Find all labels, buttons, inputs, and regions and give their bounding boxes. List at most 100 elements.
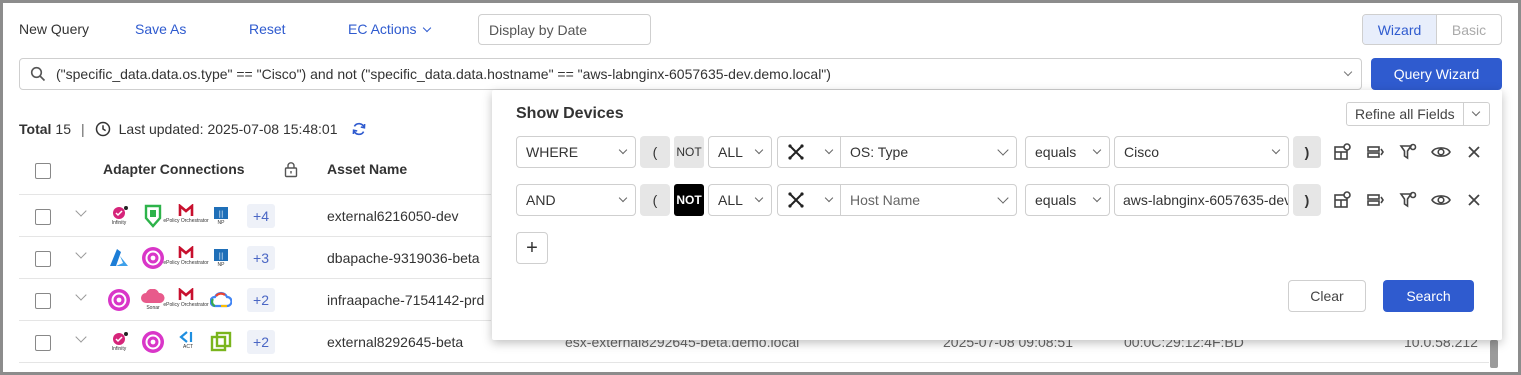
operator-select[interactable]: equals <box>1025 184 1110 216</box>
field-select[interactable]: Host Name <box>840 184 1017 216</box>
new-query-button[interactable]: New Query <box>19 21 89 37</box>
logic-select[interactable]: WHERE <box>516 136 636 168</box>
more-adapters-badge[interactable]: +3 <box>247 246 275 270</box>
row-checkbox[interactable] <box>35 293 51 309</box>
google-cloud-logo-icon <box>209 287 233 313</box>
total-label: Total <box>19 121 52 137</box>
adapter-connections-header[interactable]: Adapter Connections <box>103 161 245 177</box>
infinity-logo-icon: Infinity <box>107 329 131 355</box>
row-checkbox[interactable] <box>35 335 51 351</box>
connection-filter-icon[interactable] <box>1398 190 1418 210</box>
reset-button[interactable]: Reset <box>249 21 286 37</box>
open-paren-toggle[interactable]: ( <box>640 136 670 168</box>
panel-title: Show Devices <box>516 105 624 122</box>
value-input[interactable]: aws-labnginx-6057635-dev.demo.local <box>1114 184 1289 216</box>
not-toggle[interactable]: NOT <box>674 136 704 168</box>
vertical-scrollbar[interactable] <box>1490 340 1498 368</box>
query-input[interactable]: ("specific_data.data.os.type" == "Cisco"… <box>19 58 1362 90</box>
asset-name-header[interactable]: Asset Name <box>327 161 407 177</box>
all-adapters-icon <box>788 192 804 208</box>
field-value: Host Name <box>850 192 921 208</box>
last-updated-label: Last updated: <box>118 121 204 137</box>
last-updated-value: 2025-07-08 15:48:01 <box>207 121 338 137</box>
query-wizard-panel: Show Devices Refine all Fields WHERE ( N… <box>492 90 1502 340</box>
adapter-filter-icon[interactable] <box>1332 142 1352 162</box>
expand-row-chevron-icon[interactable] <box>75 205 87 217</box>
adapter-select[interactable] <box>777 184 841 216</box>
select-all-checkbox[interactable] <box>35 163 51 179</box>
np-logo-icon: || NP <box>209 245 233 271</box>
scope-value: ALL <box>718 144 743 160</box>
basic-tab[interactable]: Basic <box>1437 15 1501 44</box>
expand-row-chevron-icon[interactable] <box>75 289 87 301</box>
add-row-below-icon[interactable] <box>1365 142 1385 162</box>
chevron-down-icon <box>618 145 628 155</box>
chevron-down-icon[interactable] <box>1343 67 1353 77</box>
adapter-select[interactable] <box>777 136 841 168</box>
display-by-date-input[interactable]: Display by Date <box>478 14 651 45</box>
add-row-below-icon[interactable] <box>1365 190 1385 210</box>
chevron-down-icon <box>618 193 628 203</box>
eye-icon[interactable] <box>1430 190 1452 210</box>
chevron-down-icon <box>997 144 1009 156</box>
mcafee-epo-logo-icon: ePolicy Orchestrator <box>163 285 209 311</box>
refine-all-fields-dropdown[interactable]: Refine all Fields <box>1346 102 1490 126</box>
field-select[interactable]: OS: Type <box>840 136 1017 168</box>
query-wizard-button[interactable]: Query Wizard <box>1371 58 1502 90</box>
close-paren-toggle[interactable]: ) <box>1293 184 1321 216</box>
more-adapters-badge[interactable]: +2 <box>247 330 275 354</box>
asset-name-cell[interactable]: infraapache-7154142-prd <box>327 292 484 308</box>
chevron-down-icon <box>997 192 1009 204</box>
eye-icon[interactable] <box>1430 142 1452 162</box>
open-paren-toggle[interactable]: ( <box>640 184 670 216</box>
not-toggle[interactable]: NOT <box>674 184 704 216</box>
expand-row-chevron-icon[interactable] <box>75 331 87 343</box>
operator-select[interactable]: equals <box>1025 136 1110 168</box>
scope-select[interactable]: ALL <box>708 184 772 216</box>
np-logo-icon: || NP <box>209 203 233 229</box>
all-adapters-icon <box>788 144 804 160</box>
close-icon[interactable] <box>1466 144 1482 160</box>
search-button[interactable]: Search <box>1383 280 1474 312</box>
refresh-icon[interactable] <box>351 121 367 137</box>
clear-button[interactable]: Clear <box>1288 280 1366 312</box>
more-adapters-badge[interactable]: +4 <box>247 204 275 228</box>
asset-name-cell[interactable]: external6216050-dev <box>327 208 459 224</box>
asset-name-cell[interactable]: dbapache-9319036-beta <box>327 250 480 266</box>
row-checkbox[interactable] <box>35 251 51 267</box>
adapter-filter-icon[interactable] <box>1332 190 1352 210</box>
azure-logo-icon <box>107 245 131 271</box>
query-text: ("specific_data.data.os.type" == "Cisco"… <box>56 66 831 82</box>
row-checkbox[interactable] <box>35 209 51 225</box>
table-row[interactable]: ePolicy Orchestrator || NP +3 dbapache-9… <box>0 237 492 278</box>
separator: | <box>80 121 85 137</box>
chevron-down-icon <box>1472 107 1481 117</box>
expand-row-chevron-icon[interactable] <box>75 247 87 259</box>
logic-select[interactable]: AND <box>516 184 636 216</box>
target-logo-icon <box>141 329 165 355</box>
close-paren-toggle[interactable]: ) <box>1293 136 1321 168</box>
more-adapters-badge[interactable]: +2 <box>247 288 275 312</box>
chevron-down-icon <box>754 145 764 155</box>
save-as-button[interactable]: Save As <box>135 21 186 37</box>
lock-icon[interactable] <box>283 161 299 178</box>
table-row[interactable]: Infinity ePolicy Orchestrator || NP +4 e… <box>0 195 492 236</box>
scope-select[interactable]: ALL <box>708 136 772 168</box>
scope-value: ALL <box>718 192 743 208</box>
table-row[interactable]: Sonar ePolicy Orchestrator +2 infraapach… <box>0 279 492 320</box>
clock-icon <box>95 121 110 137</box>
logic-value: WHERE <box>526 144 579 160</box>
chevron-down-icon <box>1271 145 1281 155</box>
close-icon[interactable] <box>1466 192 1482 208</box>
ec-actions-dropdown[interactable]: EC Actions <box>348 21 432 37</box>
asset-name-cell[interactable]: external8292645-beta <box>327 334 463 350</box>
vmware-logo-icon <box>209 329 233 355</box>
value-select[interactable]: Cisco <box>1114 136 1289 168</box>
wizard-tab[interactable]: Wizard <box>1363 15 1437 44</box>
value-text: aws-labnginx-6057635-dev.demo.local <box>1123 192 1288 208</box>
add-condition-button[interactable]: + <box>516 232 548 264</box>
logic-value: AND <box>526 192 556 208</box>
mcafee-epo-logo-icon: ePolicy Orchestrator <box>163 201 209 227</box>
connection-filter-icon[interactable] <box>1398 142 1418 162</box>
svg-text:||: || <box>219 210 224 218</box>
